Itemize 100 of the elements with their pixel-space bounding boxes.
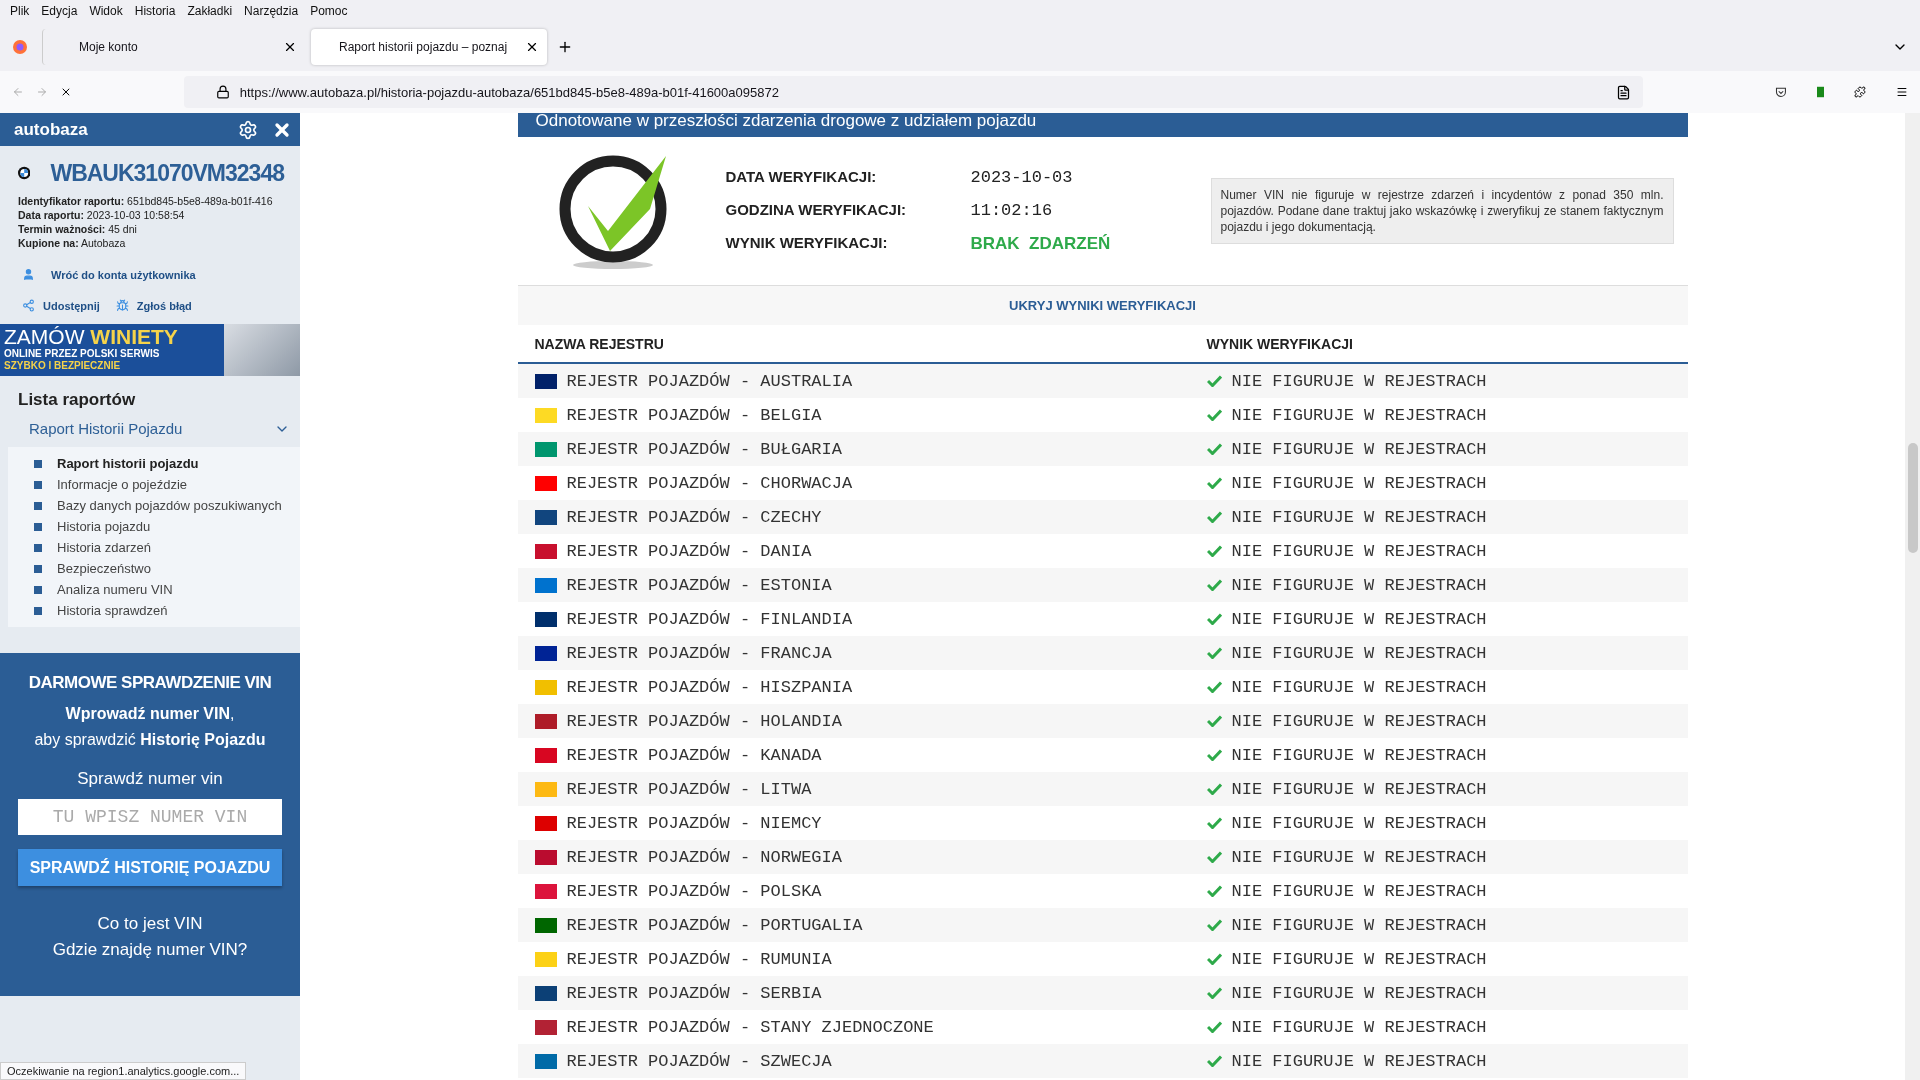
registry-name: REJESTR POJAZDÓW - FRANCJA bbox=[566, 643, 832, 663]
scrollbar[interactable] bbox=[1905, 113, 1920, 1080]
menu-item[interactable]: Edycja bbox=[35, 4, 84, 18]
column-header: NAZWA REJESTRU bbox=[534, 335, 665, 352]
report-list-item[interactable]: Raport historii pojazdu bbox=[8, 453, 300, 474]
report-detail: Identyfikator raportu: 651bd845-b5e8-489a-b01f-416 bbox=[17, 194, 274, 208]
report-list-item[interactable]: Historia pojazdu bbox=[8, 516, 300, 537]
ad-banner[interactable]: ZAMÓW WINIETY ONLINE PRZEZ POLSKI SERWIS SZYBKO I BEZPIECZNIE bbox=[0, 324, 300, 376]
check-icon bbox=[1206, 375, 1222, 387]
banner-text: SZYBKO I BEZPIECZNIE bbox=[4, 360, 122, 372]
registry-name: REJESTR POJAZDÓW - BELGIA bbox=[566, 405, 822, 425]
registry-name: REJESTR POJAZDÓW - PORTUGALIA bbox=[566, 915, 863, 935]
vin-input-field[interactable]: TU WPISZ NUMER VIN bbox=[18, 799, 282, 835]
registry-name: REJESTR POJAZDÓW - NIEMCY bbox=[566, 813, 822, 833]
registry-result: NIE FIGURUJE W REJESTRACH bbox=[1231, 473, 1487, 493]
sidebar-link[interactable]: Zgłoś błąd bbox=[136, 299, 192, 312]
registry-result: NIE FIGURUJE W REJESTRACH bbox=[1231, 1051, 1487, 1071]
registry-result: NIE FIGURUJE W REJESTRACH bbox=[1231, 405, 1487, 425]
banner-title: ZAMÓW WINIETY bbox=[4, 326, 179, 348]
tab-title: Moje konto bbox=[79, 39, 138, 54]
bug-icon bbox=[115, 299, 129, 312]
menu-item[interactable]: Pomoc bbox=[304, 4, 354, 18]
address-bar[interactable]: https://www.autobaza.pl/historia-pojazdu-autobaza/651bd845-b5e8-489a-b01f-41600a095872 bbox=[183, 76, 1643, 108]
lock-icon bbox=[215, 85, 230, 99]
registry-name: REJESTR POJAZDÓW - HISZPANIA bbox=[566, 677, 853, 697]
registry-result: NIE FIGURUJE W REJESTRACH bbox=[1231, 949, 1487, 969]
registry-result: NIE FIGURUJE W REJESTRACH bbox=[1231, 439, 1487, 459]
registry-name: REJESTR POJAZDÓW - SERBIA bbox=[566, 983, 822, 1003]
registry-name: REJESTR POJAZDÓW - STANY ZJEDNOCZONE bbox=[566, 1017, 934, 1037]
panel-heading: DARMOWE SPRAWDZENIE VIN bbox=[28, 673, 272, 693]
extensions-icon[interactable] bbox=[1854, 84, 1867, 100]
section-title: Odnotowane w przeszłości zdarzenia drogowe z udziałem pojazdu bbox=[517, 113, 1688, 137]
browser-tab[interactable]: Raport historii pojazdu – poznaj bbox=[311, 28, 547, 65]
registry-name: REJESTR POJAZDÓW - LITWA bbox=[566, 779, 812, 799]
reader-view-icon[interactable] bbox=[1615, 84, 1631, 100]
field-label: Sprawdź numer vin bbox=[77, 769, 223, 789]
menu-item[interactable]: Historia bbox=[128, 4, 182, 18]
menu-item[interactable]: Narzędzia bbox=[238, 4, 305, 18]
menu-item[interactable]: Zakładki bbox=[181, 4, 239, 18]
registry-name: REJESTR POJAZDÓW - KANADA bbox=[566, 745, 822, 765]
field-value: 11:02:16 bbox=[970, 201, 1054, 220]
field-value: 2023-10-03 bbox=[970, 168, 1074, 187]
panel-text: aby sprawdzić Historię Pojazdu bbox=[34, 730, 266, 750]
report-list-item[interactable]: Historia sprawdzeń bbox=[8, 600, 300, 621]
report-detail: Kupione na: Autobaza bbox=[17, 236, 127, 250]
registry-result: NIE FIGURUJE W REJESTRACH bbox=[1231, 609, 1487, 629]
report-detail: Data raportu: 2023-10-03 10:58:54 bbox=[17, 208, 186, 222]
registry-result: NIE FIGURUJE W REJESTRACH bbox=[1231, 677, 1487, 697]
registry-result: NIE FIGURUJE W REJESTRACH bbox=[1231, 507, 1487, 527]
check-icon bbox=[1206, 511, 1222, 523]
check-icon bbox=[1206, 545, 1222, 557]
registry-result: NIE FIGURUJE W REJESTRACH bbox=[1231, 371, 1487, 391]
registry-name: REJESTR POJAZDÓW - POLSKA bbox=[566, 881, 822, 901]
report-list-item[interactable]: Bezpieczeństwo bbox=[8, 558, 300, 579]
report-list-item[interactable]: Historia zdarzeń bbox=[8, 537, 300, 558]
check-icon bbox=[1206, 409, 1222, 421]
back-to-account-link[interactable]: Wróć do konta użytkownika bbox=[51, 268, 196, 281]
check-icon bbox=[1206, 817, 1222, 829]
registry-result: NIE FIGURUJE W REJESTRACH bbox=[1231, 881, 1487, 901]
browser-tab[interactable]: Moje konto bbox=[42, 28, 305, 65]
extension-icon[interactable] bbox=[1816, 85, 1825, 99]
registry-result: NIE FIGURUJE W REJESTRACH bbox=[1231, 847, 1487, 867]
registry-name: REJESTR POJAZDÓW - ESTONIA bbox=[566, 575, 832, 595]
check-icon bbox=[1206, 953, 1222, 965]
hide-results-link[interactable]: UKRYJ WYNIKI WERYFIKACJI bbox=[517, 286, 1688, 325]
check-icon bbox=[1206, 647, 1222, 659]
registry-result: NIE FIGURUJE W REJESTRACH bbox=[1231, 813, 1487, 833]
user-icon bbox=[22, 268, 35, 281]
registry-name: REJESTR POJAZDÓW - DANIA bbox=[566, 541, 812, 561]
report-list-item[interactable]: Bazy danych pojazdów poszukiwanych bbox=[8, 495, 300, 516]
help-link[interactable]: Gdzie znajdę numer VIN? bbox=[52, 940, 248, 960]
check-icon bbox=[1206, 681, 1222, 693]
report-group-toggle[interactable]: Raport Historii Pojazdu bbox=[0, 416, 300, 441]
tab-title: Raport historii pojazdu – poznaj bbox=[339, 39, 508, 54]
check-icon bbox=[1206, 579, 1222, 591]
report-detail: Termin ważności: 45 dni bbox=[17, 222, 138, 236]
registry-result: NIE FIGURUJE W REJESTRACH bbox=[1231, 541, 1487, 561]
info-note: Numer VIN nie figuruje w rejestrze zdarzeń i incydentów z ponad 350 mln. pojazdów. Podane dane traktuj jako wskazówkę i zweryfikuj ze stanem faktycznym pojazdu i jego dokumentacją. bbox=[1210, 178, 1674, 244]
check-icon bbox=[1206, 851, 1222, 863]
field-label: DATA WERYFIKACJI: bbox=[725, 168, 878, 187]
report-list-item[interactable]: Analiza numeru VIN bbox=[8, 579, 300, 600]
registry-name: REJESTR POJAZDÓW - BUŁGARIA bbox=[566, 439, 842, 459]
registry-result: NIE FIGURUJE W REJESTRACH bbox=[1231, 915, 1487, 935]
field-label: WYNIK WERYFIKACJI: bbox=[725, 234, 889, 253]
sidebar-link[interactable]: Udostępnij bbox=[43, 299, 100, 312]
registry-name: REJESTR POJAZDÓW - SZWECJA bbox=[566, 1051, 832, 1071]
status-bar: Oczekiwanie na region1.analytics.google.com... bbox=[0, 1062, 247, 1080]
menu-item[interactable]: Widok bbox=[83, 4, 129, 18]
settings-icon[interactable] bbox=[238, 119, 258, 140]
brand-logo: autobaza bbox=[14, 119, 88, 140]
section-title: Lista raportów bbox=[17, 389, 137, 411]
field-label: GODZINA WERYFIKACJI: bbox=[725, 201, 908, 220]
report-list-item[interactable]: Informacje o pojeździe bbox=[8, 474, 300, 495]
registry-result: NIE FIGURUJE W REJESTRACH bbox=[1231, 711, 1487, 731]
menu-item[interactable]: Plik bbox=[4, 4, 36, 18]
help-link[interactable]: Co to jest VIN bbox=[97, 914, 203, 934]
registry-name: REJESTR POJAZDÓW - CZECHY bbox=[566, 507, 822, 527]
registry-name: REJESTR POJAZDÓW - RUMUNIA bbox=[566, 949, 832, 969]
check-icon bbox=[1206, 919, 1222, 931]
check-icon bbox=[1206, 443, 1222, 455]
